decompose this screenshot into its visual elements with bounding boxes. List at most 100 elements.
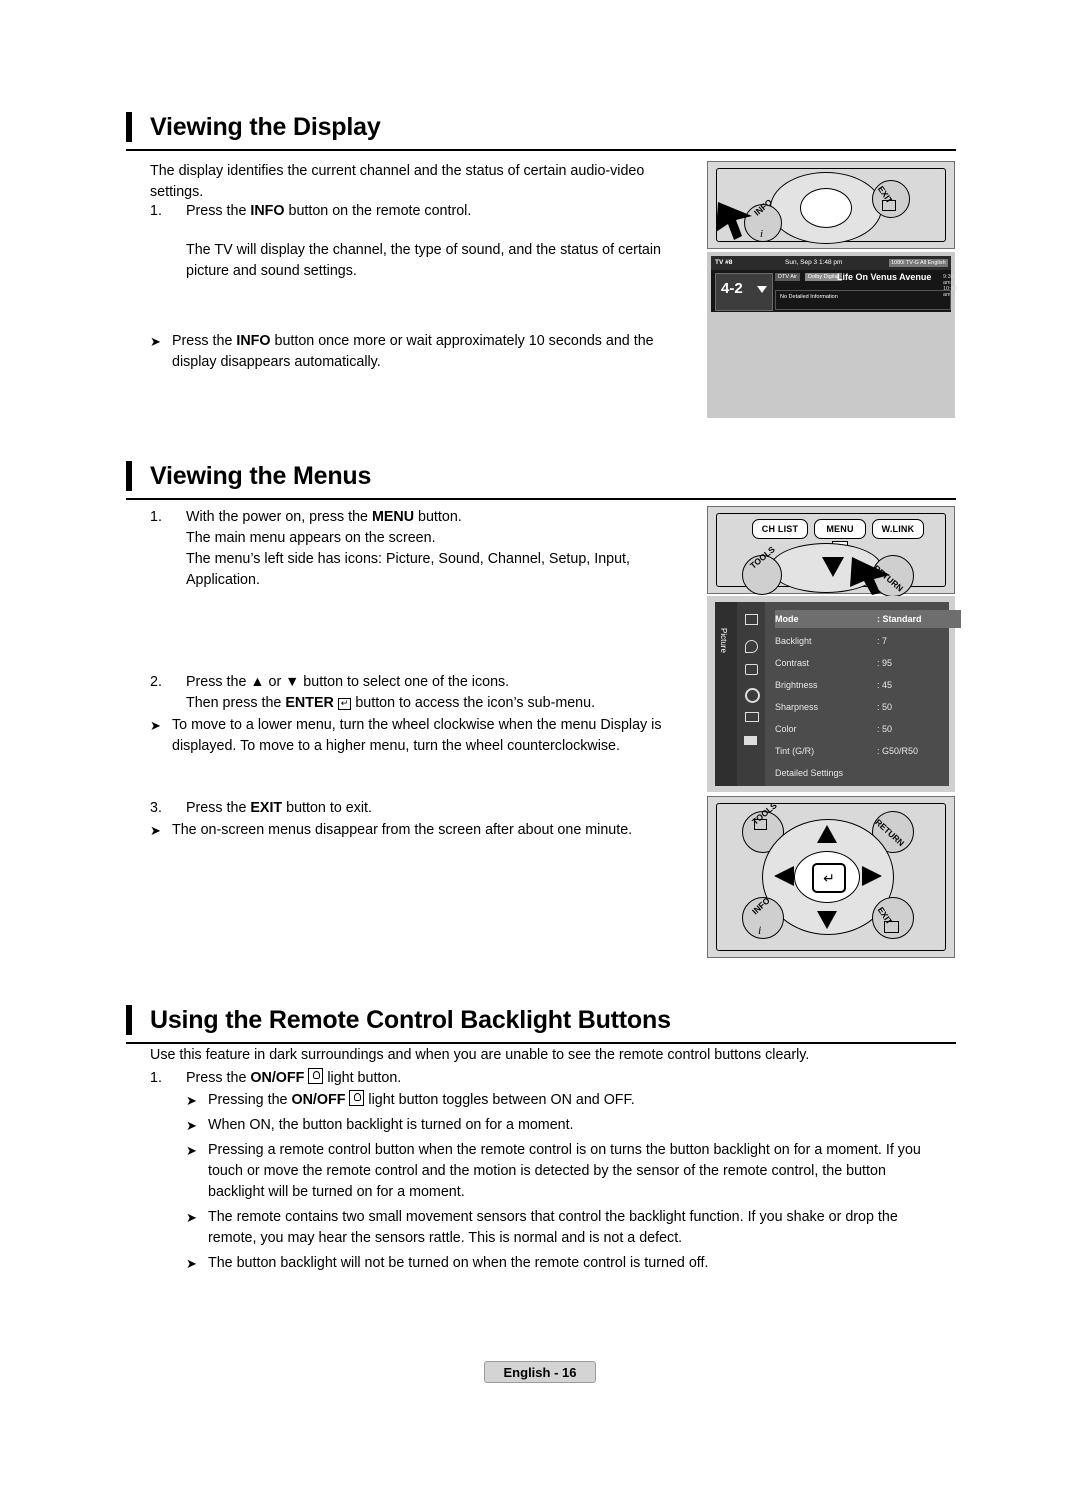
menu-row-label: Backlight xyxy=(775,636,812,646)
menu-row-backlight[interactable]: Backlight : 7 xyxy=(775,632,961,650)
notes-list-backlight: ➤ Pressing the ON/OFF light button toggl… xyxy=(186,1090,946,1274)
sound-icon xyxy=(745,640,758,653)
menu-row-value: : Standard xyxy=(877,614,922,624)
menu-row-sharpness[interactable]: Sharpness : 50 xyxy=(775,698,961,716)
note-item: ➤ To move to a lower menu, turn the whee… xyxy=(150,715,710,757)
menu-button[interactable]: MENU xyxy=(814,519,866,539)
osd-right-badge: 1080i TV-G All English xyxy=(889,259,948,267)
w-link-button[interactable]: W.LINK xyxy=(872,519,924,539)
step-item: 1. Press the ON/OFF light button. xyxy=(150,1068,850,1089)
ch-list-button[interactable]: CH LIST xyxy=(752,519,808,539)
step-item: 3. Press the EXIT button to exit. xyxy=(150,798,695,819)
menu-icon-column xyxy=(737,602,765,786)
wheel-down-arrow-icon xyxy=(822,557,844,577)
note-item: ➤ Pressing the ON/OFF light button toggl… xyxy=(186,1090,946,1111)
step-item: 1. Press the INFO button on the remote c… xyxy=(150,201,680,222)
chevron-down-icon xyxy=(757,286,767,293)
menu-row-label: Sharpness xyxy=(775,702,819,712)
remote-illustration-top: INFO i EXIT xyxy=(707,161,955,249)
page-footer: English - 16 xyxy=(484,1361,596,1383)
step-number: 3. xyxy=(150,800,162,816)
menu-row-color[interactable]: Color : 50 xyxy=(775,720,961,738)
note-item: ➤ The button backlight will not be turne… xyxy=(186,1253,946,1274)
note-item: ➤ The on-screen menus disappear from the… xyxy=(150,820,710,841)
arrow-bullet-icon: ➤ xyxy=(186,1256,197,1271)
page-title-viewing-display: Viewing the Display xyxy=(150,113,381,141)
enter-button[interactable]: ↵ xyxy=(812,863,846,893)
arrow-bullet-icon: ➤ xyxy=(150,718,161,733)
step-number xyxy=(150,240,186,282)
arrow-up-icon xyxy=(817,825,837,843)
note-text: When ON, the button backlight is turned … xyxy=(208,1117,574,1133)
heading-accent-bar xyxy=(126,112,132,142)
tools-screen-icon xyxy=(754,819,767,830)
step-text: Press the ON/OFF light button. xyxy=(186,1068,402,1086)
menu-row-tint[interactable]: Tint (G/R) : G50/R50 xyxy=(775,742,961,760)
arrow-down-icon xyxy=(817,911,837,929)
arrow-bullet-icon: ➤ xyxy=(186,1093,197,1108)
menu-row-contrast[interactable]: Contrast : 95 xyxy=(775,654,961,672)
step-text: Press the INFO button on the remote cont… xyxy=(186,203,472,219)
step-number xyxy=(150,528,186,549)
menu-row-label: Mode xyxy=(775,614,799,624)
menu-row-detailed-settings[interactable]: Detailed Settings xyxy=(775,764,961,782)
osd-top-bar: TV #8 Sun, Sep 3 1:48 pm 1080i TV-G All … xyxy=(711,256,951,270)
step-item: The TV will display the channel, the typ… xyxy=(150,240,680,282)
menu-row-brightness[interactable]: Brightness : 45 xyxy=(775,676,961,694)
menu-row-mode[interactable]: Mode : Standard xyxy=(775,610,961,628)
menu-row-label: Contrast xyxy=(775,658,810,668)
note-item: ➤ Press the INFO button once more or wai… xyxy=(150,331,690,373)
step-number xyxy=(150,693,186,714)
osd-detail-box: No Detailed Information xyxy=(775,290,951,310)
menu-row-value: : 95 xyxy=(877,658,893,668)
step-item: 2. Press the ▲ or ▼ button to select one… xyxy=(150,672,695,693)
note-text: The remote contains two small movement s… xyxy=(208,1209,898,1246)
setup-gear-icon xyxy=(745,688,760,703)
note-text: To move to a lower menu, turn the wheel … xyxy=(172,717,662,754)
menu-row-value: : 7 xyxy=(877,636,888,646)
menu-row-label: Color xyxy=(775,724,797,734)
section-heading-viewing-display: Viewing the Display xyxy=(126,112,956,151)
step-number xyxy=(150,549,186,591)
step-text: Press the EXIT button to exit. xyxy=(186,800,372,816)
notes-list-display: ➤ Press the INFO button once more or wai… xyxy=(150,331,690,373)
step-item: Then press the ENTER ↵ button to access … xyxy=(150,693,695,714)
menu-row-label: Detailed Settings xyxy=(775,768,844,778)
heading-rule xyxy=(126,498,956,500)
step-text: The main menu appears on the screen. xyxy=(186,530,436,546)
step-item: The menu’s left side has icons: Picture,… xyxy=(150,549,680,591)
menu-row-value: : G50/R50 xyxy=(877,746,919,756)
input-icon xyxy=(745,712,759,722)
navigation-wheel-center xyxy=(800,188,852,228)
note-item: ➤ When ON, the button backlight is turne… xyxy=(186,1115,946,1136)
exit-screen-icon xyxy=(884,921,899,933)
note-item: ➤ The remote contains two small movement… xyxy=(186,1207,946,1249)
pointer-arrow-return xyxy=(850,557,890,595)
tv-screen-info-display: TV #8 Sun, Sep 3 1:48 pm 1080i TV-G All … xyxy=(707,252,957,418)
remote-illustration-bottom: TOOLS RETURN ↵ INFO i EXIT xyxy=(707,796,955,958)
note-text: The button backlight will not be turned … xyxy=(208,1255,709,1271)
note-text: Pressing a remote control button when th… xyxy=(208,1142,921,1200)
step-item: The main menu appears on the screen. xyxy=(150,528,680,549)
osd-tag-dtv: DTV Air xyxy=(775,273,800,281)
step-number: 1. xyxy=(150,203,162,219)
intro-paragraph-display: The display identifies the current chann… xyxy=(150,163,645,200)
step-text: The TV will display the channel, the typ… xyxy=(186,242,661,279)
heading-accent-bar xyxy=(126,1005,132,1035)
note-text: Press the INFO button once more or wait … xyxy=(172,333,654,370)
steps-list-display: 1. Press the INFO button on the remote c… xyxy=(150,201,680,282)
info-i-icon: i xyxy=(760,228,764,240)
steps-list-menus-1: 1. With the power on, press the MENU but… xyxy=(150,507,680,591)
osd-detail-text: No Detailed Information xyxy=(780,294,838,300)
tv-screen-menu: Picture Mode : Standard Backlight : 7 Co… xyxy=(707,596,961,792)
step-text: The menu’s left side has icons: Picture,… xyxy=(186,551,630,588)
osd-source: TV #8 xyxy=(715,259,733,266)
backlight-bulb-icon xyxy=(349,1090,365,1106)
step-number: 1. xyxy=(150,509,162,525)
arrow-bullet-icon: ➤ xyxy=(186,1143,197,1158)
arrow-bullet-icon: ➤ xyxy=(186,1118,197,1133)
heading-rule xyxy=(126,1042,956,1044)
backlight-bulb-icon xyxy=(308,1068,324,1084)
menu-row-value: : 50 xyxy=(877,702,893,712)
osd-channel-box: 4-2 xyxy=(715,273,773,311)
